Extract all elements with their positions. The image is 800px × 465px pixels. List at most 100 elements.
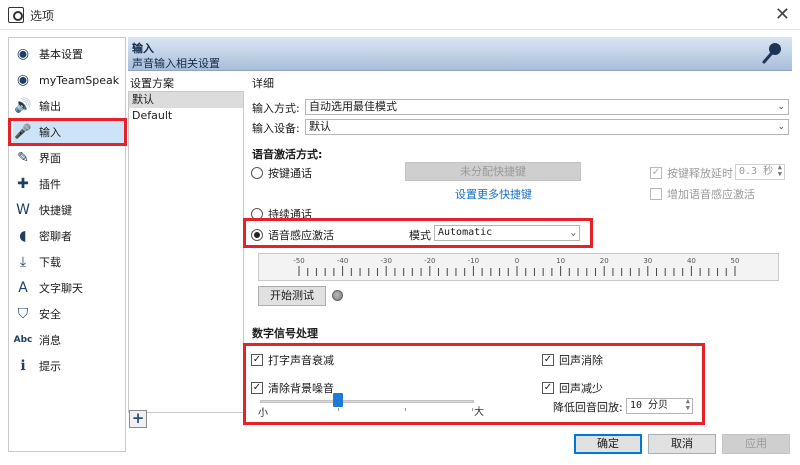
sidebar-item-text-chat[interactable]: A 文字聊天 <box>13 276 125 300</box>
sidebar-item-security[interactable]: ⛉ 安全 <box>13 302 125 326</box>
release-delay-checkbox[interactable]: ✓ 按键释放延时 <box>650 165 733 181</box>
echo-playback-value: 10 分贝 <box>630 400 669 411</box>
hotkey-icon: W <box>16 202 30 218</box>
add-vad-checkbox[interactable]: 增加语音感应激活 <box>650 186 755 202</box>
sidebar-item-input[interactable]: 🎤 输入 <box>13 120 125 144</box>
assign-hotkey-button[interactable]: 未分配快捷键 <box>405 162 581 181</box>
sidebar-item-general[interactable]: ◉ 基本设置 <box>13 42 125 66</box>
sidebar-item-downloads[interactable]: ⤓ 下载 <box>13 250 125 274</box>
sidebar-item-output[interactable]: 🔊 输出 <box>13 94 125 118</box>
echo-playback-spinbox[interactable]: 10 分贝 ▲ ▼ <box>626 398 693 414</box>
chevron-down-icon: ⌄ <box>777 102 785 112</box>
meter-tick-label: 40 <box>687 257 696 265</box>
apply-button[interactable]: 应用 <box>722 434 790 454</box>
list-item[interactable]: 默认 <box>129 92 243 108</box>
ok-button[interactable]: 确定 <box>574 434 642 454</box>
input-device-label: 输入设备: <box>252 122 300 135</box>
noise-reduction-slider-thumb[interactable] <box>333 393 343 407</box>
sidebar-item-interface[interactable]: ✎ 界面 <box>13 146 125 170</box>
sidebar-item-label: 密聊者 <box>39 230 72 243</box>
microphone-icon <box>762 43 781 64</box>
text-chat-icon: A <box>18 280 28 296</box>
input-device-value: 默认 <box>309 120 331 133</box>
profiles-list[interactable]: 默认 Default <box>128 91 244 413</box>
checkbox-box: ✓ <box>542 354 554 366</box>
whisper-icon: ◖ <box>19 228 27 244</box>
voice-level-meter[interactable]: -50 -40 -30 -20 -10 0 10 20 30 40 50 <box>258 253 779 281</box>
input-device-select[interactable]: 默认 ⌄ <box>305 119 789 135</box>
echo-cancellation-checkbox[interactable]: ✓ 回声消除 <box>542 352 603 368</box>
sidebar-item-whisper[interactable]: ◖ 密聊者 <box>13 224 125 248</box>
slider-min-label: 小 <box>258 408 268 419</box>
voice-indicator-led <box>332 290 343 301</box>
add-vad-label: 增加语音感应激活 <box>667 188 755 201</box>
close-icon[interactable]: ✕ <box>775 4 790 25</box>
options-app-icon <box>8 7 24 23</box>
typing-attenuation-checkbox[interactable]: ✓ 打字声音衰减 <box>251 352 334 368</box>
myteamspeak-icon: ◉ <box>16 72 30 88</box>
checkbox-box: ✓ <box>251 382 263 394</box>
sidebar-item-hotkeys[interactable]: W 快捷键 <box>13 198 125 222</box>
sidebar-item-label: 输出 <box>39 100 61 113</box>
sidebar-item-label: 界面 <box>39 152 61 165</box>
sidebar-item-myteamspeak[interactable]: ◉ myTeamSpeak <box>13 68 125 92</box>
input-mode-value: 自动选用最佳模式 <box>309 100 397 113</box>
meter-tick-label: -30 <box>380 257 391 265</box>
chevron-down-icon: ⌄ <box>777 122 785 132</box>
messages-icon: Abc <box>13 335 33 345</box>
noise-reduction-slider[interactable] <box>260 400 474 403</box>
input-mode-label: 输入方式: <box>252 102 300 115</box>
title-bar: 选项 ✕ <box>0 0 800 30</box>
profiles-label: 设置方案 <box>130 77 174 90</box>
plugin-icon: ✚ <box>17 176 29 192</box>
general-settings-icon: ◉ <box>16 46 30 62</box>
window-title: 选项 <box>30 9 55 23</box>
sidebar-item-notifications[interactable]: ℹ 提示 <box>13 354 125 378</box>
sidebar-item-label: 下载 <box>39 256 61 269</box>
slider-tick <box>338 408 339 411</box>
continuous-radio[interactable]: 持续通话 <box>251 206 312 222</box>
echo-cancellation-label: 回声消除 <box>559 354 603 367</box>
list-item[interactable]: Default <box>129 108 243 124</box>
sidebar-item-label: myTeamSpeak <box>39 73 120 87</box>
echo-reduction-label: 回声减少 <box>559 382 603 395</box>
input-mode-select[interactable]: 自动选用最佳模式 ⌄ <box>305 99 789 115</box>
checkbox-box: ✓ <box>251 354 263 366</box>
sidebar-item-messages[interactable]: Abc 消息 <box>13 328 125 352</box>
push-to-talk-radio[interactable]: 按键通话 <box>251 165 312 181</box>
remove-background-noise-checkbox[interactable]: ✓ 清除背景噪音 <box>251 380 334 396</box>
release-delay-label: 按键释放延时 <box>667 167 733 180</box>
vad-mode-label: 模式 <box>409 229 431 242</box>
chevron-down-icon: ⌄ <box>570 228 576 238</box>
sidebar-item-label: 提示 <box>39 360 61 373</box>
page-header: 输入 声音输入相关设置 <box>128 37 792 71</box>
page-title: 输入 <box>132 42 154 55</box>
meter-tick-label: 30 <box>643 257 652 265</box>
vad-mode-select[interactable]: Automatic ⌄ <box>434 225 580 241</box>
checkbox-box: ✓ <box>542 382 554 394</box>
remove-background-noise-label: 清除背景噪音 <box>268 382 334 395</box>
sidebar-item-label: 消息 <box>39 334 61 347</box>
slider-tick <box>405 408 406 411</box>
add-profile-button[interactable]: + <box>129 410 147 428</box>
speaker-icon: 🔊 <box>14 98 32 114</box>
release-delay-spinbox[interactable]: 0.3 秒 ▲ ▼ <box>735 164 785 180</box>
voice-activation-label: 语音感应激活 <box>268 229 334 242</box>
sidebar-item-label: 输入 <box>39 126 61 139</box>
voice-activation-radio[interactable]: 语音感应激活 <box>251 227 334 243</box>
settings-sidebar: ◉ 基本设置 ◉ myTeamSpeak 🔊 输出 🎤 输入 ✎ 界面 ✚ 插件… <box>8 37 126 452</box>
echo-reduction-checkbox[interactable]: ✓ 回声减少 <box>542 380 603 396</box>
meter-scale: -50 -40 -30 -20 -10 0 10 20 30 40 50 <box>293 257 739 276</box>
checkbox-box <box>650 188 662 200</box>
checkbox-box: ✓ <box>650 167 662 179</box>
interface-icon: ✎ <box>17 150 29 166</box>
details-label: 详细 <box>252 77 274 90</box>
more-hotkeys-link[interactable]: 设置更多快捷键 <box>455 186 532 202</box>
cancel-button[interactable]: 取消 <box>648 434 716 454</box>
spinner-arrows-icon: ▲ ▼ <box>685 397 690 412</box>
sidebar-item-label: 插件 <box>39 178 61 191</box>
sidebar-item-label: 安全 <box>39 308 61 321</box>
sidebar-item-plugins[interactable]: ✚ 插件 <box>13 172 125 196</box>
start-test-button[interactable]: 开始测试 <box>258 286 326 306</box>
vad-mode-value: Automatic <box>438 227 493 238</box>
